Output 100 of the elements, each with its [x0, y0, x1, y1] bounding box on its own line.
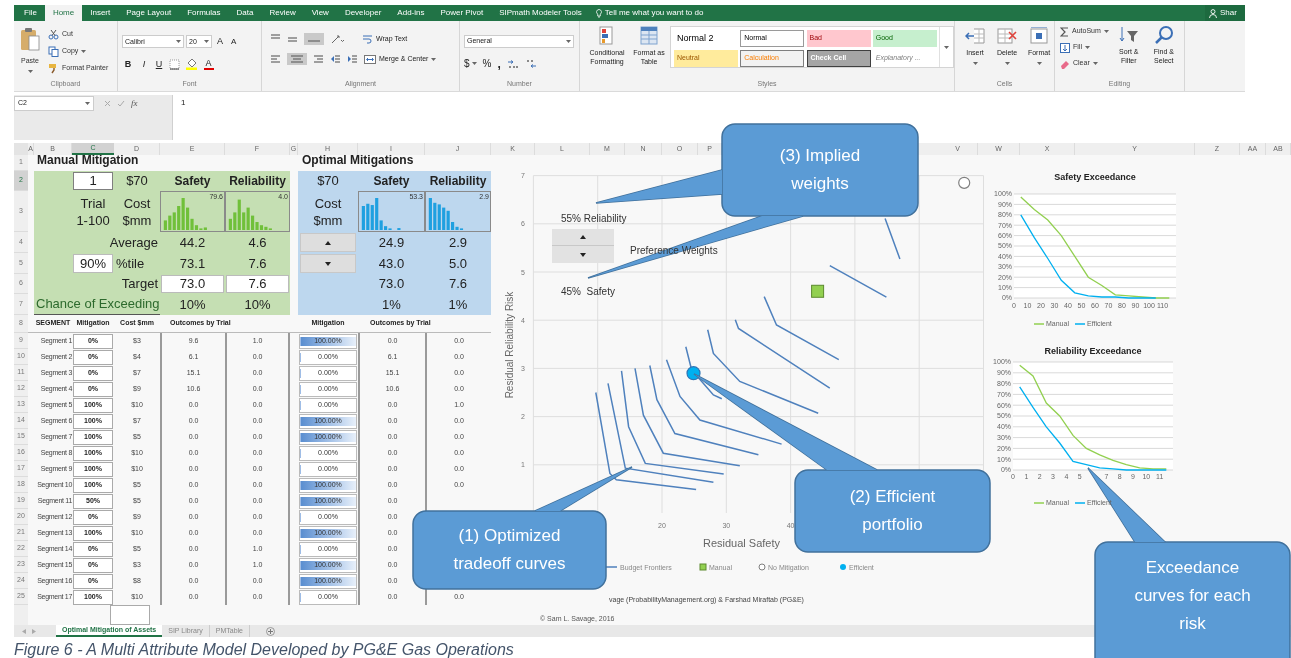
caret-icon — [944, 45, 949, 49]
decrease-decimal-icon — [524, 58, 537, 69]
cell-value: 1% — [382, 295, 401, 314]
ribbon-tab[interactable]: Review — [261, 5, 304, 21]
percentile-input[interactable]: 90% — [73, 254, 113, 273]
ribbon-tab[interactable]: View — [303, 5, 337, 21]
ribbon-tab[interactable]: Add-ins — [389, 5, 433, 21]
section-title: Optimal Mitigations — [302, 153, 414, 167]
square-marker — [811, 284, 825, 298]
mitigation-field[interactable] — [110, 605, 150, 625]
caret-icon — [1084, 46, 1090, 49]
align-middle-icon — [287, 34, 298, 44]
cell-value: 10% — [244, 295, 271, 314]
fill-down-icon — [1060, 42, 1070, 53]
cell-value: Trial — [80, 194, 106, 212]
cell-value: 4.6 — [248, 233, 267, 252]
weight-label: 55% Reliability — [561, 213, 627, 224]
percent-button[interactable]: % — [482, 56, 492, 71]
dot-marker — [686, 366, 701, 381]
caret-icon — [431, 57, 437, 61]
cell-value: 24.9 — [378, 233, 405, 252]
ribbon-tab[interactable]: Data — [228, 5, 262, 21]
ribbon-tab[interactable]: Insert — [82, 5, 119, 21]
triangle-up-icon — [580, 235, 586, 239]
caret-icon — [1103, 30, 1109, 33]
clipboard-icon — [20, 27, 40, 53]
italic-button[interactable]: I — [139, 57, 149, 71]
wrap-icon — [362, 34, 373, 44]
ribbon-tab[interactable]: Power Pivot — [432, 5, 492, 21]
scroll-right-icon — [32, 628, 36, 634]
legend-line-icon — [1074, 501, 1085, 504]
cell-value: $70 — [126, 172, 148, 191]
scissors-icon — [48, 29, 59, 40]
trial-input[interactable]: 1 — [73, 172, 113, 190]
histogram-bars — [163, 196, 209, 230]
orientation-icon — [330, 34, 344, 44]
legend-square-icon — [699, 563, 707, 571]
column-title: Safety — [373, 173, 410, 190]
cell-value: 73.1 — [179, 254, 206, 273]
caret-icon — [204, 40, 209, 44]
row-label: Chance of Exceeding — [36, 295, 160, 314]
caret-icon — [1004, 61, 1010, 65]
axis-title: Residual Safety — [703, 537, 781, 549]
plus-icon — [268, 628, 273, 634]
ribbon-tab[interactable]: Formulas — [179, 5, 229, 21]
cell-value: Cost — [123, 194, 151, 212]
triangle-down-icon — [580, 252, 586, 257]
legend-circle-icon — [758, 563, 766, 571]
select-all-corner[interactable] — [14, 143, 28, 155]
cell-value: $mm — [313, 211, 343, 229]
grow-font-button[interactable]: A — [214, 35, 226, 49]
ribbon-tab[interactable]: File — [16, 5, 45, 21]
table-icon — [640, 26, 658, 46]
circle-marker — [958, 176, 971, 189]
ribbon-tab[interactable]: Page Layout — [118, 5, 180, 21]
tell-me-search[interactable]: Tell me what you want to do — [595, 5, 704, 21]
spin-up-button[interactable] — [300, 233, 356, 252]
section-title: Manual Mitigation — [37, 153, 139, 167]
cell-value: 73.0 — [378, 275, 405, 294]
target-field[interactable]: 7.6 — [226, 275, 289, 293]
figure-caption: Figure 6 - A Multi Attribute Model Developed by PG&E Gas Operations — [14, 641, 514, 658]
conditional-format-icon — [599, 26, 615, 46]
legend-line-icon — [1074, 322, 1085, 325]
person-icon — [1209, 8, 1217, 18]
add-sheet-button[interactable] — [266, 626, 275, 636]
spinner-control[interactable] — [552, 229, 614, 263]
scroll-left-icon — [22, 628, 26, 634]
caret-icon — [81, 50, 87, 53]
sigma-icon — [1060, 26, 1069, 37]
caret-icon — [972, 61, 978, 65]
bold-button[interactable]: B — [122, 57, 134, 71]
row-label: %tile — [116, 254, 145, 273]
comma-button[interactable]: , — [497, 57, 501, 70]
caret-icon — [176, 40, 181, 44]
insert-cells-icon — [965, 27, 985, 45]
triangle-up-icon — [325, 240, 331, 245]
target-field[interactable]: 73.0 — [161, 275, 224, 293]
chart-title: Safety Exceedance — [1054, 172, 1136, 182]
currency-button[interactable]: $ — [464, 56, 477, 71]
caret-icon — [471, 62, 477, 65]
eraser-icon — [1060, 58, 1070, 69]
border-icon — [169, 58, 180, 70]
decrease-indent-icon — [330, 54, 341, 64]
caret-icon — [85, 102, 90, 105]
ribbon-tab[interactable]: Home — [44, 5, 83, 21]
search-icon — [1153, 25, 1174, 45]
spin-down-button[interactable] — [300, 254, 356, 273]
delete-cells-icon — [997, 27, 1017, 45]
align-left-icon — [270, 54, 281, 64]
shrink-font-button[interactable]: A — [228, 35, 240, 48]
ribbon-tab[interactable]: Developer — [336, 5, 390, 21]
underline-button[interactable]: U — [154, 57, 164, 71]
cell-value: 43.0 — [378, 254, 405, 273]
caret-icon — [1036, 61, 1042, 65]
brush-icon — [48, 63, 59, 74]
share-button[interactable]: Shar — [1205, 5, 1245, 21]
enter-icon — [117, 100, 125, 107]
font-color-button[interactable]: A — [203, 58, 214, 70]
align-right-icon — [313, 54, 324, 64]
ribbon-tab[interactable]: SIPmath Modeler Tools — [491, 5, 590, 21]
